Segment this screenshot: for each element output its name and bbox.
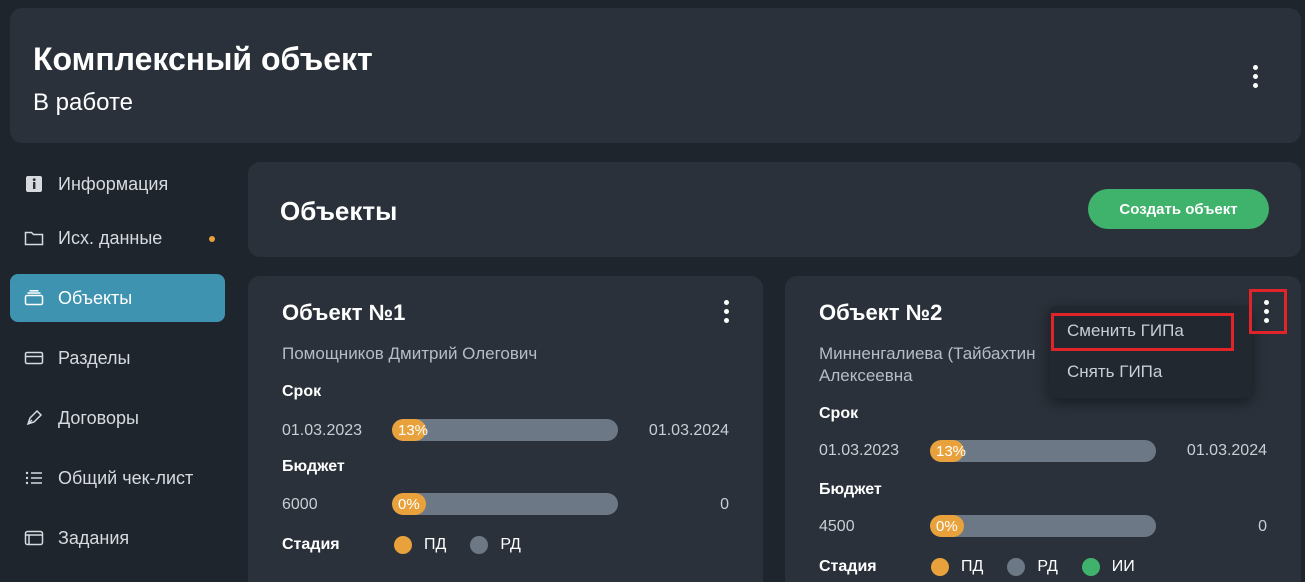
stage-item: ПД bbox=[394, 536, 446, 554]
budget-label: Бюджет bbox=[819, 481, 882, 498]
list-icon bbox=[24, 469, 44, 487]
object-status: В работе bbox=[33, 89, 134, 116]
stage-name: РД bbox=[500, 536, 521, 553]
stage-dot bbox=[470, 536, 489, 554]
term-start: 01.03.2023 bbox=[282, 422, 363, 439]
sidebar-item-objects[interactable]: Объекты bbox=[10, 274, 225, 322]
term-progress-text: 13% bbox=[936, 442, 967, 460]
sidebar-item-tasks[interactable]: Задания bbox=[10, 514, 225, 562]
stage-item: ПД bbox=[931, 558, 983, 576]
term-progress-bar: 13% bbox=[930, 440, 1156, 462]
menu-item-remove-gip[interactable]: Снять ГИПа bbox=[1067, 362, 1162, 382]
create-object-button[interactable]: Создать объект bbox=[1088, 189, 1269, 229]
object-title: Объект №2 bbox=[819, 300, 943, 325]
stage-item: РД bbox=[1007, 558, 1058, 576]
stage-name: ИИ bbox=[1111, 558, 1135, 575]
stage-name: РД bbox=[1037, 558, 1058, 575]
budget-value: 6000 bbox=[282, 496, 318, 513]
sidebar-item-source-data[interactable]: Исх. данные bbox=[10, 214, 225, 262]
sidebar-item-label: Задания bbox=[58, 527, 130, 548]
budget-label: Бюджет bbox=[282, 458, 345, 475]
stage-item: РД bbox=[470, 536, 521, 554]
term-label: Срок bbox=[819, 405, 859, 422]
budget-end: 0 bbox=[1258, 518, 1267, 535]
sections-icon bbox=[24, 349, 44, 367]
term-progress-bar: 13% bbox=[392, 419, 618, 441]
highlight-box bbox=[1249, 289, 1287, 334]
budget-value: 4500 bbox=[819, 518, 855, 535]
sidebar-item-checklist[interactable]: Общий чек-лист bbox=[10, 454, 225, 502]
header-more-icon[interactable] bbox=[1245, 61, 1265, 91]
stage-dot bbox=[1007, 558, 1026, 576]
sidebar-item-contracts[interactable]: Договоры bbox=[10, 394, 225, 442]
object-title: Объект №1 bbox=[282, 300, 406, 325]
stage-row: Стадия ПД РД ИИ bbox=[819, 558, 1159, 576]
term-progress-fill: 13% bbox=[930, 440, 967, 462]
stage-dot bbox=[394, 536, 412, 554]
info-icon bbox=[24, 175, 44, 193]
budget-end: 0 bbox=[720, 496, 729, 513]
budget-progress-bar: 0% bbox=[392, 493, 618, 515]
sidebar-item-label: Исх. данные bbox=[58, 227, 163, 248]
sidebar-item-label: Разделы bbox=[58, 347, 131, 368]
budget-progress-bar: 0% bbox=[930, 515, 1156, 537]
stage-name: ПД bbox=[961, 558, 984, 575]
object-owner: Помощников Дмитрий Олегович bbox=[282, 344, 538, 363]
sidebar-item-label: Объекты bbox=[58, 287, 133, 308]
notification-dot bbox=[209, 236, 215, 242]
term-end: 01.03.2024 bbox=[1186, 442, 1267, 459]
budget-progress-text: 0% bbox=[936, 517, 958, 535]
pen-icon bbox=[24, 409, 44, 427]
stage-name: ПД bbox=[424, 536, 447, 553]
sidebar-item-sections[interactable]: Разделы bbox=[10, 334, 225, 382]
card-more-icon[interactable] bbox=[716, 296, 736, 326]
term-progress-fill: 13% bbox=[392, 419, 429, 441]
sidebar-item-label: Договоры bbox=[58, 407, 139, 428]
sidebar-item-info[interactable]: Информация bbox=[10, 160, 225, 208]
folder-icon bbox=[24, 229, 44, 247]
object-owner: Минненгалиева (Тайбахтин Алексеевна bbox=[819, 343, 1049, 387]
term-label: Срок bbox=[282, 383, 322, 400]
stage-dot bbox=[1081, 558, 1100, 576]
object-card: Объект №1 Помощников Дмитрий Олегович Ср… bbox=[248, 276, 763, 582]
sidebar-item-label: Информация bbox=[58, 173, 169, 194]
tasks-icon bbox=[24, 529, 44, 547]
owner-line: Алексеевна bbox=[819, 366, 913, 385]
stage-label: Стадия bbox=[819, 558, 877, 575]
page-title: Комплексный объект bbox=[33, 41, 373, 77]
stage-label: Стадия bbox=[282, 536, 340, 553]
term-end: 01.03.2024 bbox=[648, 422, 729, 439]
object-header: Комплексный объект В работе bbox=[10, 8, 1301, 143]
highlight-box bbox=[1051, 313, 1234, 351]
stage-row: Стадия ПД РД bbox=[282, 536, 545, 554]
objects-panel-header: Объекты Создать объект bbox=[248, 162, 1301, 257]
sidebar-item-label: Общий чек-лист bbox=[58, 467, 194, 488]
sidebar: Информация Исх. данные Объекты Разделы Д… bbox=[10, 160, 225, 574]
term-progress-text: 13% bbox=[398, 421, 429, 439]
budget-progress-text: 0% bbox=[398, 495, 420, 513]
budget-progress-fill: 0% bbox=[392, 493, 426, 515]
budget-progress-fill: 0% bbox=[930, 515, 964, 537]
owner-line: Минненгалиева (Тайбахтин bbox=[819, 344, 1036, 363]
stack-icon bbox=[24, 289, 44, 307]
term-start: 01.03.2023 bbox=[819, 442, 900, 459]
section-title: Объекты bbox=[280, 196, 398, 226]
stage-dot bbox=[931, 558, 949, 576]
stage-item: ИИ bbox=[1081, 558, 1135, 576]
